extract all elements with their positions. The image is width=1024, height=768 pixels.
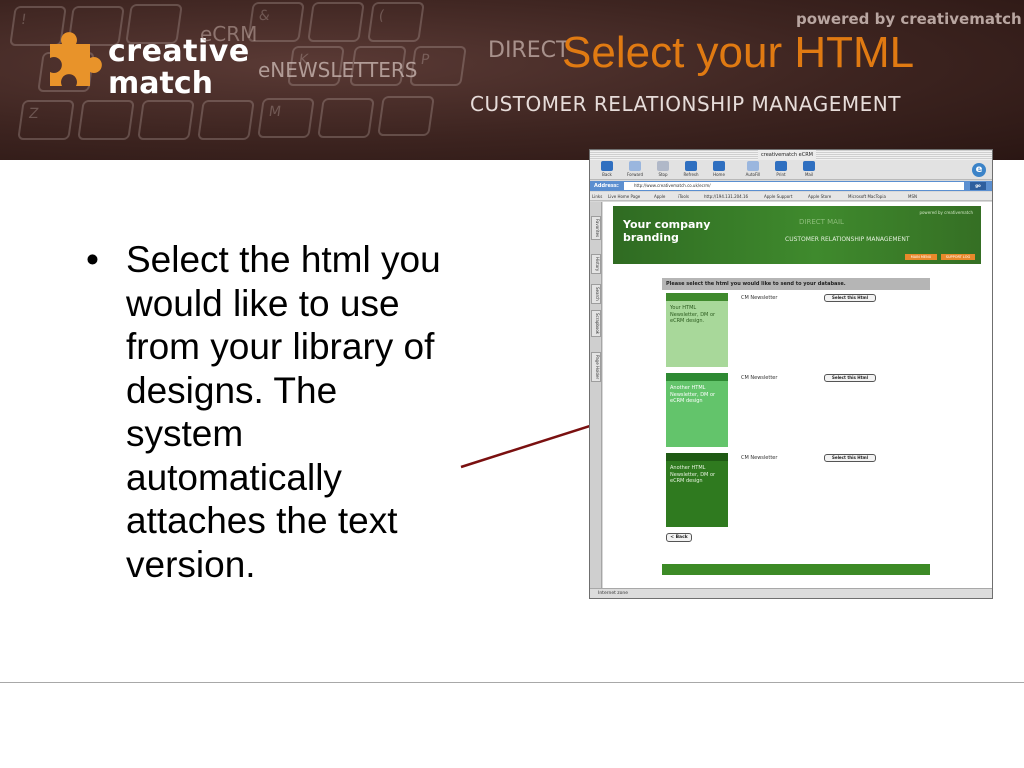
toolbar-mail-button[interactable]: Mail [796,161,822,179]
logo-text-match: match [108,66,213,101]
ie-logo-icon: e [972,163,986,177]
site-footer-bar [662,564,930,575]
side-tab-history[interactable]: History [591,254,601,275]
go-button[interactable]: go [970,182,986,190]
design-name: CM Newsletter [741,375,778,381]
link-item[interactable]: Apple Store [808,192,831,201]
bullet-marker: • [86,239,99,280]
toolbar-label: Stop [658,172,668,177]
banner-word-ecrm: eCRM [200,22,258,46]
forward-arrow-icon [629,161,641,171]
toolbar-label: Back [602,172,612,177]
side-tab-scrapbook[interactable]: Scrapbook [591,310,601,338]
address-input[interactable]: http://www.creativematch.co.uk/ecrm/ [624,182,964,190]
link-item[interactable]: Microsoft MacTopia [848,192,886,201]
main-menu-button[interactable]: MAIN MENU [905,254,937,260]
toolbar-home-button[interactable]: Home [706,161,732,179]
support-log-button[interactable]: SUPPORT LOG [941,254,975,260]
puzzle-logo-icon [50,32,102,86]
explorer-side-tabs: Favorites History Search Scrapbook Page … [590,202,602,588]
select-html-button[interactable]: Select this Html [824,294,876,302]
link-item[interactable]: MSN [908,192,917,201]
thumbnail-text: Another HTML Newsletter, DM or eCRM desi… [670,465,716,484]
design-thumbnail: Another HTML Newsletter, DM or eCRM desi… [666,453,728,527]
toolbar-back-button[interactable]: Back [594,161,620,179]
select-html-button[interactable]: Select this Html [824,454,876,462]
bullet-text: Select the html you would like to use fr… [126,239,441,585]
site-crm-tagline: CUSTOMER RELATIONSHIP MANAGEMENT [785,236,910,243]
thumbnail-header [666,293,728,301]
thumbnail-header [666,373,728,381]
link-item[interactable]: Apple Support [764,192,792,201]
link-item[interactable]: iTools [678,192,689,201]
browser-toolbar: Back Forward Stop Refresh Home AutoFill … [590,160,992,180]
thumbnail-text: Your HTML Newsletter, DM or eCRM design. [670,305,716,324]
side-tab-favorites[interactable]: Favorites [591,216,601,241]
slide-title: Select your HTML [562,28,915,77]
link-item[interactable]: http://194.131.204.16 [704,192,748,201]
thumbnail-text: Another HTML Newsletter, DM or eCRM desi… [670,385,716,404]
design-name: CM Newsletter [741,455,778,461]
toolbar-print-button[interactable]: Print [768,161,794,179]
address-label: Address: [594,183,619,189]
stop-icon [657,161,669,171]
toolbar-label: Print [776,172,786,177]
browser-status-bar: Internet zone [590,588,992,598]
autofill-icon [747,161,759,171]
mail-icon [803,161,815,171]
powered-by-text: powered by creativematch [796,10,1022,28]
address-bar: Address: http://www.creativematch.co.uk/… [590,181,992,191]
link-item[interactable]: Live Home Page [608,192,640,201]
links-label: Links [592,194,603,199]
print-icon [775,161,787,171]
bottom-divider [0,682,1024,683]
site-direct-word: DIRECT MAIL [799,218,844,226]
link-item[interactable]: Apple [654,192,665,201]
toolbar-label: Refresh [683,172,699,177]
toolbar-forward-button[interactable]: Forward [622,161,648,179]
browser-window-title: creativematch eCRM [758,150,816,160]
toolbar-stop-button[interactable]: Stop [650,161,676,179]
toolbar-label: AutoFill [745,172,761,177]
instruction-header: Please select the html you would like to… [662,278,930,290]
status-text: Internet zone [598,591,629,596]
back-arrow-icon [601,161,613,171]
toolbar-label: Home [713,172,725,177]
banner-word-direct: DIRECT [488,38,570,63]
select-html-button[interactable]: Select this Html [824,374,876,382]
web-page-content: Your company branding powered by creativ… [603,202,992,588]
home-icon [713,161,725,171]
side-tab-page-holder[interactable]: Page Holder [591,352,601,383]
company-branding-text: Your company branding [623,218,711,244]
site-powered-by: powered by creativematch [919,210,973,215]
browser-title-bar: creativematch eCRM [590,150,992,160]
links-bar: Links Live Home Page Apple iTools http:/… [590,192,992,201]
toolbar-label: Mail [804,172,814,177]
banner-crm-tagline: CUSTOMER RELATIONSHIP MANAGEMENT [470,92,901,116]
design-thumbnail: Another HTML Newsletter, DM or eCRM desi… [666,373,728,447]
banner-word-enewsletters: eNEWSLETTERS [258,58,418,82]
toolbar-refresh-button[interactable]: Refresh [678,161,704,179]
refresh-icon [685,161,697,171]
header-banner: ! & ( K P Z M creative match eCRM eNEWSL… [0,0,1024,160]
design-thumbnail: Your HTML Newsletter, DM or eCRM design. [666,293,728,367]
toolbar-autofill-button[interactable]: AutoFill [740,161,766,179]
puzzle-piece [50,32,102,86]
design-name: CM Newsletter [741,295,778,301]
back-button[interactable]: < Back [666,533,692,542]
site-header-banner: Your company branding powered by creativ… [613,206,981,264]
side-tab-search[interactable]: Search [591,284,601,304]
browser-screenshot: creativematch eCRM Back Forward Stop Ref… [589,149,993,599]
thumbnail-header [666,453,728,461]
toolbar-label: Forward [626,172,644,177]
